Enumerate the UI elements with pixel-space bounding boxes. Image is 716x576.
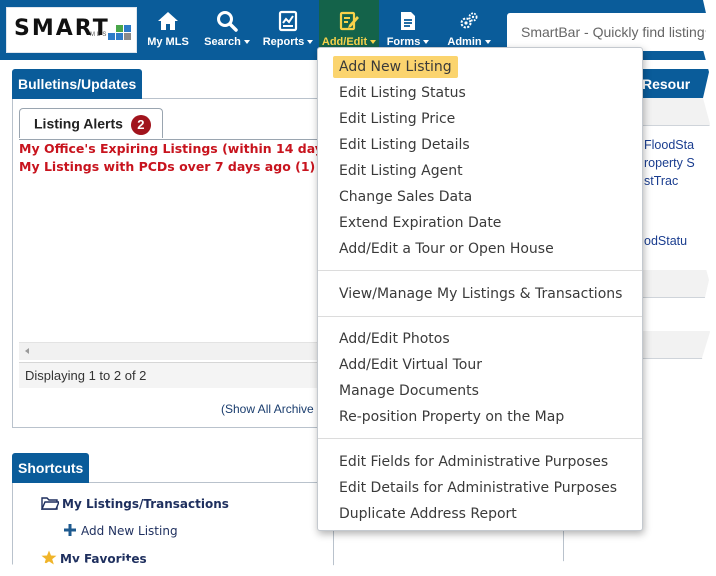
menu-item-edit-details-admin[interactable]: Edit Details for Administrative Purposes xyxy=(339,477,617,499)
menu-item-add-new-listing[interactable]: Add New Listing xyxy=(333,56,458,78)
list-item[interactable]: My Listings with PCDs over 7 days ago (1… xyxy=(19,159,315,174)
menu-divider xyxy=(318,438,642,439)
nav-my-mls[interactable]: My MLS xyxy=(143,0,193,60)
smartbar-input[interactable] xyxy=(507,13,716,51)
logo-cubes-icon xyxy=(108,24,132,40)
menu-item-add-edit-photos[interactable]: Add/Edit Photos xyxy=(339,328,450,350)
alerts-list: My Office's Expiring Listings (within 14… xyxy=(19,139,355,362)
nav-label: Search xyxy=(204,36,241,48)
menu-divider xyxy=(318,270,642,271)
bulletins-panel: Bulletins/Updates Listing Alerts 2 My Of… xyxy=(12,69,355,428)
shortcut-my-favorites[interactable]: My Favorites xyxy=(41,550,147,566)
alert-count-badge: 2 xyxy=(130,115,151,135)
chevron-down-icon xyxy=(307,40,314,45)
resource-link[interactable]: odStatu xyxy=(644,234,687,248)
scroll-left-icon[interactable] xyxy=(25,348,29,354)
chevron-down-icon xyxy=(423,40,430,45)
horizontal-scrollbar[interactable] xyxy=(19,342,333,360)
folder-icon xyxy=(40,497,61,510)
list-item[interactable]: My Office's Expiring Listings (within 14… xyxy=(19,141,355,156)
menu-item-edit-listing-price[interactable]: Edit Listing Price xyxy=(339,108,455,130)
menu-divider xyxy=(318,316,642,317)
resource-link[interactable]: FloodSta xyxy=(644,138,694,152)
show-all-archive-link[interactable]: (Show All Archive xyxy=(221,402,314,416)
plus-icon xyxy=(64,524,76,536)
add-edit-dropdown-menu: Add New Listing Edit Listing Status Edit… xyxy=(317,47,643,531)
resource-link[interactable]: stTrac xyxy=(644,174,678,188)
shortcut-label: My Listings/Transactions xyxy=(62,497,229,511)
shortcuts-panel: Shortcuts My Listings/Transactions Add N… xyxy=(12,453,334,576)
pagination-footer: Displaying 1 to 2 of 2 xyxy=(19,362,333,388)
nav-label: My MLS xyxy=(147,36,189,48)
edit-icon xyxy=(339,11,359,31)
gears-icon xyxy=(460,12,478,29)
menu-item-reposition-property[interactable]: Re-position Property on the Map xyxy=(339,406,564,428)
tab-label: Listing Alerts xyxy=(34,115,123,132)
nav-label: Reports xyxy=(262,36,305,48)
menu-item-edit-listing-agent[interactable]: Edit Listing Agent xyxy=(339,160,463,182)
menu-item-manage-documents[interactable]: Manage Documents xyxy=(339,380,479,402)
display-count-text: Displaying 1 to 2 of 2 xyxy=(25,368,147,383)
shortcuts-title: Shortcuts xyxy=(12,453,90,483)
nav-search[interactable]: Search xyxy=(199,0,255,60)
tab-listing-alerts[interactable]: Listing Alerts 2 xyxy=(19,108,163,138)
chevron-down-icon xyxy=(484,40,491,45)
bulletins-title: Bulletins/Updates xyxy=(12,69,143,99)
home-icon xyxy=(158,12,178,30)
shortcut-label: Add New Listing xyxy=(81,524,178,538)
logo-subtext: MLS xyxy=(90,32,109,38)
star-icon xyxy=(41,550,57,565)
menu-item-duplicate-address-report[interactable]: Duplicate Address Report xyxy=(339,503,517,525)
nav-reports[interactable]: Reports xyxy=(259,0,317,60)
menu-item-add-edit-tour[interactable]: Add/Edit a Tour or Open House xyxy=(339,238,554,260)
shortcut-my-listings[interactable]: My Listings/Transactions xyxy=(40,496,229,511)
shortcut-label: My Favorites xyxy=(60,552,147,566)
search-icon xyxy=(217,11,238,32)
report-icon xyxy=(278,10,298,32)
menu-item-edit-listing-status[interactable]: Edit Listing Status xyxy=(339,82,466,104)
chevron-down-icon xyxy=(243,40,250,45)
menu-item-edit-listing-details[interactable]: Edit Listing Details xyxy=(339,134,470,156)
resource-link[interactable]: roperty S xyxy=(644,156,695,170)
menu-item-view-manage-listings[interactable]: View/Manage My Listings & Transactions xyxy=(339,283,622,305)
smart-mls-logo[interactable]: SMART MLS xyxy=(6,7,137,53)
smartbar xyxy=(507,13,716,51)
shortcut-add-new-listing[interactable]: Add New Listing xyxy=(63,523,178,538)
menu-item-add-edit-virtual-tour[interactable]: Add/Edit Virtual Tour xyxy=(339,354,482,376)
menu-item-edit-fields-admin[interactable]: Edit Fields for Administrative Purposes xyxy=(339,451,608,473)
chevron-down-icon xyxy=(370,40,377,45)
menu-item-extend-expiration-date[interactable]: Extend Expiration Date xyxy=(339,212,501,234)
menu-item-change-sales-data[interactable]: Change Sales Data xyxy=(339,186,472,208)
document-icon xyxy=(401,12,415,30)
